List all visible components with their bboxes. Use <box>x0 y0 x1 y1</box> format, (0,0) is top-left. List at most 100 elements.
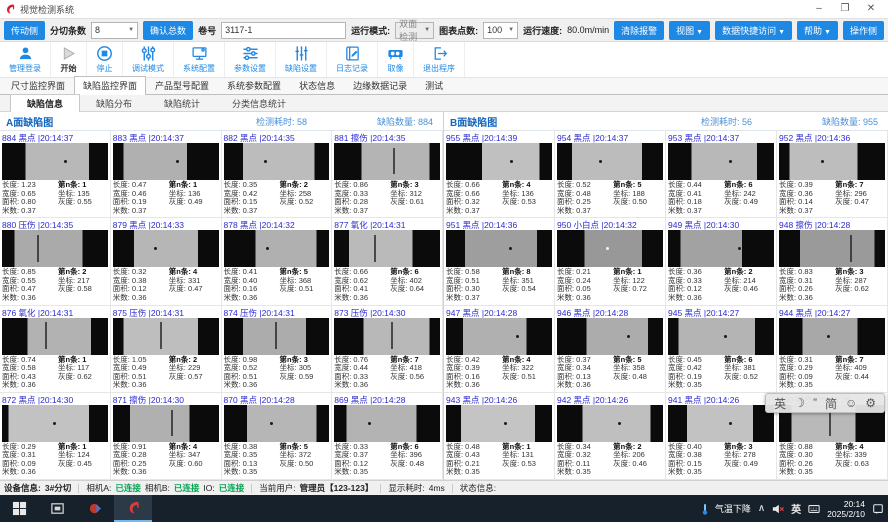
tab-size-monitor[interactable]: 尺寸监控界面 <box>2 76 74 94</box>
action-admin-login[interactable]: 管理登录 <box>0 42 51 77</box>
defect-cell[interactable]: 884 黑点 |20:14:37长度: 1.23第n条: 1宽度: 0.65坐标… <box>0 131 111 218</box>
action-debug-mode[interactable]: 调试模式 <box>123 42 174 77</box>
defect-image[interactable] <box>113 318 219 355</box>
roll-number-input[interactable] <box>221 22 346 39</box>
tab-system-params[interactable]: 系统参数配置 <box>218 76 290 94</box>
defect-image[interactable] <box>224 143 330 180</box>
defect-image[interactable] <box>446 318 552 355</box>
defect-image[interactable] <box>557 318 663 355</box>
tray-expand-icon[interactable]: ∧ <box>758 503 765 514</box>
defect-image[interactable] <box>224 405 330 442</box>
minimize-button[interactable]: – <box>806 1 832 17</box>
defect-cell[interactable]: 869 黑点 |20:14:28长度: 0.33第n条: 6宽度: 0.37坐标… <box>332 393 443 480</box>
ime-emoji-icon[interactable]: ☺ <box>845 396 857 410</box>
taskbar-active-app-icon[interactable] <box>114 495 152 522</box>
volume-muted-icon[interactable] <box>772 503 784 515</box>
defect-cell[interactable]: 883 黑点 |20:14:37长度: 0.47第n条: 1宽度: 0.46坐标… <box>111 131 222 218</box>
tab-test[interactable]: 测试 <box>416 76 452 94</box>
notification-icon[interactable] <box>872 503 884 515</box>
defect-cell[interactable]: 950 小白点 |20:14:32长度: 0.21第n条: 1宽度: 0.24坐… <box>555 218 666 305</box>
defect-cell[interactable]: 870 黑点 |20:14:28长度: 0.38第n条: 5宽度: 0.35坐标… <box>222 393 333 480</box>
defect-cell[interactable]: 877 氧化 |20:14:31长度: 0.66第n条: 6宽度: 0.62坐标… <box>332 218 443 305</box>
defect-image[interactable] <box>113 230 219 267</box>
defect-image[interactable] <box>557 143 663 180</box>
defect-image[interactable] <box>113 405 219 442</box>
ime-settings-gear-icon[interactable]: ⚙ <box>865 396 876 410</box>
ime-simplified-toggle[interactable]: 简 <box>825 395 837 412</box>
defect-cell[interactable]: 952 黑点 |20:14:36长度: 0.39第n条: 7宽度: 0.36坐标… <box>777 131 888 218</box>
action-defect-settings[interactable]: 缺陷设置 <box>276 42 327 77</box>
defect-image[interactable] <box>224 230 330 267</box>
defect-cell[interactable]: 941 黑点 |20:14:26长度: 0.40第n条: 3宽度: 0.38坐标… <box>666 393 777 480</box>
defect-image[interactable] <box>557 230 663 267</box>
clear-alarm-button[interactable]: 清除报警 <box>614 21 664 40</box>
subtab-defect-stats[interactable]: 缺陷统计 <box>148 95 216 112</box>
defect-cell[interactable]: 880 压伤 |20:14:35长度: 0.85第n条: 2宽度: 0.55坐标… <box>0 218 111 305</box>
defect-cell[interactable]: 954 黑点 |20:14:37长度: 0.52第n条: 5宽度: 0.48坐标… <box>555 131 666 218</box>
maximize-button[interactable]: ❐ <box>832 1 858 17</box>
action-start[interactable]: 开始 <box>51 42 87 77</box>
defect-image[interactable] <box>334 143 440 180</box>
chart-points-select[interactable]: 100▼ <box>483 22 518 39</box>
subtab-class-info-stats[interactable]: 分类信息统计 <box>216 95 302 112</box>
defect-cell[interactable]: 942 黑点 |20:14:26长度: 0.34第n条: 2宽度: 0.32坐标… <box>555 393 666 480</box>
defect-image[interactable] <box>779 318 885 355</box>
defect-image[interactable] <box>113 143 219 180</box>
defect-cell[interactable]: 879 黑点 |20:14:33长度: 0.32第n条: 4宽度: 0.38坐标… <box>111 218 222 305</box>
defect-cell[interactable]: 945 黑点 |20:14:27长度: 0.45第n条: 6宽度: 0.42坐标… <box>666 306 777 393</box>
defect-image[interactable] <box>668 143 774 180</box>
slit-count-select[interactable]: 8▼ <box>91 22 138 39</box>
confirm-total-button[interactable]: 确认总数 <box>143 21 193 40</box>
action-system-config[interactable]: 系统配置 <box>174 42 225 77</box>
defect-cell[interactable]: 948 擦伤 |20:14:28长度: 0.83第n条: 3宽度: 0.31坐标… <box>777 218 888 305</box>
taskbar-clock[interactable]: 20:14 2025/2/10 <box>827 499 865 519</box>
taskbar-app-icon[interactable] <box>76 495 114 522</box>
tab-status-info[interactable]: 状态信息 <box>290 76 344 94</box>
help-menu-button[interactable]: 帮助▼ <box>797 21 838 40</box>
defect-cell[interactable]: 875 压伤 |20:14:31长度: 1.05第n条: 2宽度: 0.49坐标… <box>111 306 222 393</box>
defect-cell[interactable]: 943 黑点 |20:14:26长度: 0.48第n条: 1宽度: 0.43坐标… <box>444 393 555 480</box>
defect-cell[interactable]: 944 黑点 |20:14:27长度: 0.31第n条: 7宽度: 0.29坐标… <box>777 306 888 393</box>
defect-image[interactable] <box>446 405 552 442</box>
defect-cell[interactable]: 872 黑点 |20:14:30长度: 0.29第n条: 1宽度: 0.31坐标… <box>0 393 111 480</box>
subtab-defect-distribution[interactable]: 缺陷分布 <box>80 95 148 112</box>
defect-cell[interactable]: 881 擦伤 |20:14:35长度: 0.86第n条: 3宽度: 0.33坐标… <box>332 131 443 218</box>
tab-edge-data[interactable]: 边缘数据记录 <box>344 76 416 94</box>
defect-cell[interactable]: 949 黑点 |20:14:30长度: 0.36第n条: 2宽度: 0.33坐标… <box>666 218 777 305</box>
ime-moon-icon[interactable]: ☽ <box>794 396 805 410</box>
defect-image[interactable] <box>668 230 774 267</box>
defect-cell[interactable]: 878 黑点 |20:14:32长度: 0.41第n条: 5宽度: 0.40坐标… <box>222 218 333 305</box>
defect-image[interactable] <box>334 318 440 355</box>
defect-image[interactable] <box>557 405 663 442</box>
defect-image[interactable] <box>779 143 885 180</box>
defect-image[interactable] <box>334 230 440 267</box>
subtab-defect-info[interactable]: 缺陷信息 <box>10 94 80 113</box>
action-capture[interactable]: 取像 <box>378 42 414 77</box>
ime-lang-toggle[interactable]: 英 <box>774 395 786 412</box>
tab-product-config[interactable]: 产品型号配置 <box>146 76 218 94</box>
defect-cell[interactable]: 874 压伤 |20:14:31长度: 0.98第n条: 3宽度: 0.52坐标… <box>222 306 333 393</box>
defect-image[interactable] <box>224 318 330 355</box>
ime-toolbar[interactable]: 英☽”简☺⚙ <box>765 393 885 413</box>
view-menu-button[interactable]: 视图▼ <box>669 21 710 40</box>
weather-widget[interactable]: 气温下降 <box>699 502 751 515</box>
defect-cell[interactable]: 873 压伤 |20:14:30长度: 0.76第n条: 7宽度: 0.44坐标… <box>332 306 443 393</box>
defect-cell[interactable]: 882 黑点 |20:14:35长度: 0.35第n条: 2宽度: 0.42坐标… <box>222 131 333 218</box>
defect-image[interactable] <box>2 143 108 180</box>
action-stop[interactable]: 停止 <box>87 42 123 77</box>
tab-defect-monitor[interactable]: 缺陷监控界面 <box>74 76 146 95</box>
defect-cell[interactable]: 947 黑点 |20:14:28长度: 0.42第n条: 4宽度: 0.39坐标… <box>444 306 555 393</box>
defect-image[interactable] <box>2 405 108 442</box>
action-log-record[interactable]: 日志记录 <box>327 42 378 77</box>
defect-cell[interactable]: 953 黑点 |20:14:37长度: 0.44第n条: 6宽度: 0.41坐标… <box>666 131 777 218</box>
drive-side-button[interactable]: 传动侧 <box>4 21 45 40</box>
defect-image[interactable] <box>334 405 440 442</box>
defect-image[interactable] <box>446 143 552 180</box>
run-mode-select[interactable]: 双面检测▼ <box>395 22 434 39</box>
operate-side-button[interactable]: 操作侧 <box>843 21 884 40</box>
start-button[interactable] <box>0 495 38 522</box>
defect-cell[interactable]: 946 黑点 |20:14:28长度: 0.37第n条: 5宽度: 0.34坐标… <box>555 306 666 393</box>
ime-keyboard-icon[interactable] <box>808 503 820 515</box>
defect-image[interactable] <box>779 230 885 267</box>
defect-image[interactable] <box>2 230 108 267</box>
